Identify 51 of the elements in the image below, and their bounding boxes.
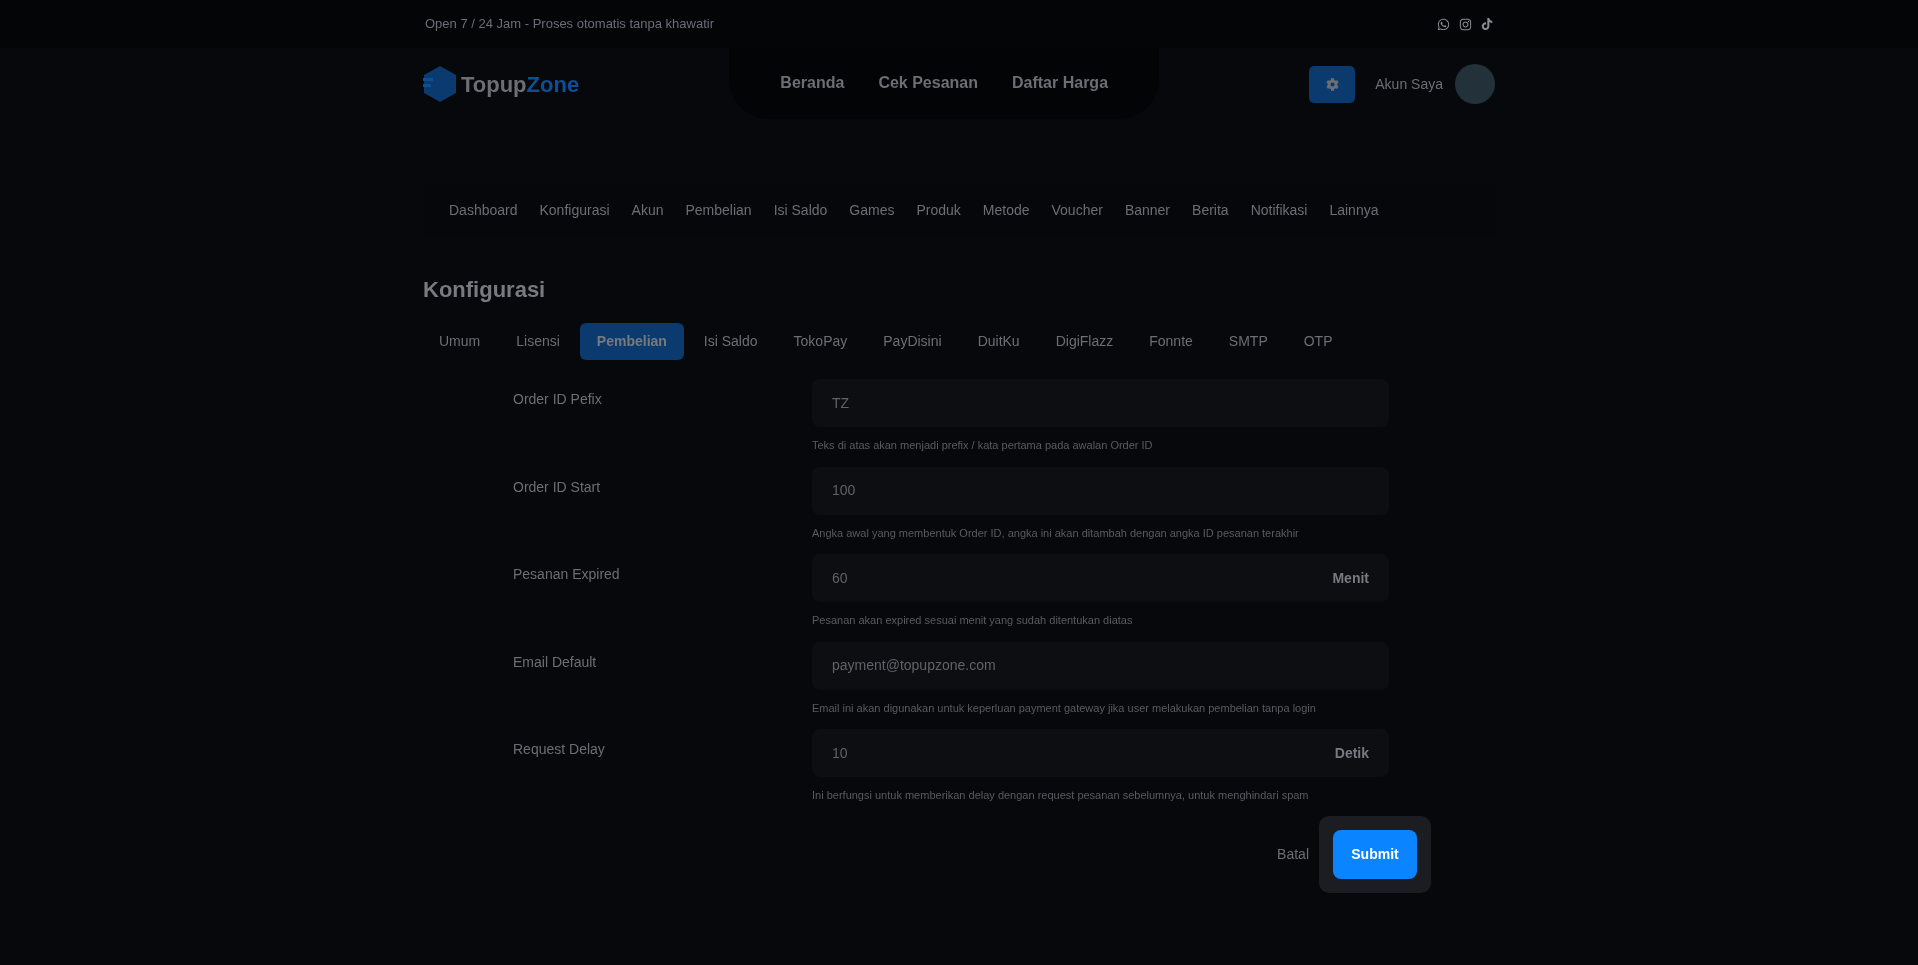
- cancel-link[interactable]: Batal: [1277, 843, 1309, 865]
- field-label: Request Delay: [512, 740, 606, 759]
- config-tab[interactable]: DuitKu: [961, 323, 1036, 360]
- admin-menu-item[interactable]: Lainnya: [1329, 199, 1379, 221]
- config-tab[interactable]: PayDisini: [867, 323, 958, 360]
- admin-menu-item[interactable]: Voucher: [1051, 199, 1103, 221]
- logo-text: TopupZone: [461, 70, 580, 99]
- admin-menu-item[interactable]: Akun: [631, 199, 664, 221]
- nav-link[interactable]: Beranda: [780, 71, 845, 95]
- admin-menu-item[interactable]: Produk: [916, 199, 961, 221]
- field-label: Email Default: [512, 652, 598, 672]
- config-tab[interactable]: DigiFlazz: [1039, 323, 1130, 360]
- admin-menu-item[interactable]: Isi Saldo: [773, 199, 828, 221]
- admin-menu-item[interactable]: Dashboard: [449, 199, 518, 221]
- field-label: Pesanan Expired: [512, 565, 621, 584]
- announcement-text: Open 7 / 24 Jam - Proses otomatis tanpa khawatir: [425, 15, 715, 34]
- field-hint: Ini berfungsi untuk memberikan delay dengan request pesanan sebelumnya, untuk menghindari spam: [812, 788, 1310, 803]
- field-hint: Angka awal yang membentuk Order ID, angka ini akan ditambah dengan angka ID pesanan terakhir: [812, 525, 1300, 541]
- admin-menu-item[interactable]: Notifikasi: [1250, 199, 1308, 221]
- field-hint: Teks di atas akan menjadi prefix / kata pertama pada awalan Order ID: [812, 438, 1154, 453]
- admin-menu-item[interactable]: Pembelian: [685, 199, 752, 221]
- field-hint: Pesanan akan expired sesuai menit yang sudah ditentukan diatas: [812, 613, 1134, 628]
- config-tab[interactable]: Isi Saldo: [687, 323, 774, 360]
- input-field[interactable]: 60 Menit: [812, 554, 1389, 602]
- field-label: Order ID Pefix: [512, 390, 603, 409]
- account-label[interactable]: Akun Saya: [1375, 73, 1443, 95]
- unit-label: Menit: [1332, 568, 1369, 588]
- input-field[interactable]: 10 Detik: [812, 729, 1389, 777]
- input-field[interactable]: TZ: [812, 379, 1389, 427]
- field-hint: Email ini akan digunakan untuk keperluan payment gateway jika user melakukan pembelian tanpa login: [812, 700, 1317, 716]
- config-tab[interactable]: SMTP: [1212, 323, 1284, 360]
- config-tab[interactable]: Fonnte: [1133, 323, 1209, 360]
- nav-link[interactable]: Cek Pesanan: [878, 71, 978, 95]
- input-field[interactable]: payment@topupzone.com: [812, 641, 1389, 690]
- logo[interactable]: TopupZone: [423, 65, 580, 103]
- page-title: Konfigurasi: [423, 276, 547, 304]
- admin-menu-item[interactable]: Konfigurasi: [539, 199, 610, 221]
- unit-label: Detik: [1334, 743, 1369, 763]
- input-field[interactable]: 100: [812, 466, 1389, 515]
- config-tab[interactable]: OTP: [1287, 323, 1349, 360]
- submit-button[interactable]: Submit: [1333, 829, 1417, 879]
- nav-link[interactable]: Daftar Harga: [1012, 71, 1109, 95]
- field-label: Order ID Start: [512, 477, 602, 497]
- config-tab[interactable]: Umum: [423, 323, 497, 360]
- config-tab[interactable]: TokoPay: [777, 323, 864, 360]
- admin-menu-item[interactable]: Banner: [1124, 199, 1171, 221]
- admin-menu-item[interactable]: Metode: [982, 199, 1030, 221]
- admin-menu-item[interactable]: Games: [849, 199, 895, 221]
- config-tab[interactable]: Pembelian: [579, 323, 684, 360]
- admin-menu-item[interactable]: Berita: [1192, 199, 1229, 221]
- config-tab[interactable]: Lisensi: [500, 323, 576, 360]
